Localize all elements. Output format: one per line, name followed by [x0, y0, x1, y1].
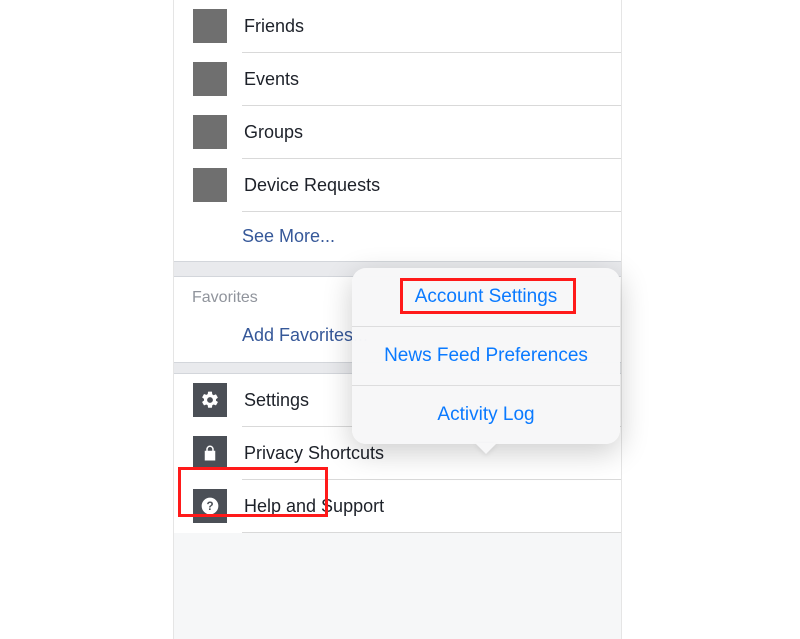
popover-item-label: Activity Log	[437, 404, 534, 425]
screenshot-frame: Friends Events Groups Device Requests Se…	[0, 0, 800, 639]
gear-icon	[192, 382, 228, 418]
popover-item-label: News Feed Preferences	[384, 345, 588, 366]
popover-activity-log[interactable]: Activity Log	[352, 386, 620, 444]
events-icon	[192, 61, 228, 97]
see-more-link[interactable]: See More...	[174, 212, 621, 261]
lock-icon	[192, 435, 228, 471]
menu-item-device-requests[interactable]: Device Requests	[174, 159, 621, 211]
popover-news-feed-preferences[interactable]: News Feed Preferences	[352, 327, 620, 385]
friends-icon	[192, 8, 228, 44]
menu-item-friends[interactable]: Friends	[174, 0, 621, 52]
groups-icon	[192, 114, 228, 150]
svg-text:?: ?	[206, 500, 213, 513]
menu-item-events[interactable]: Events	[174, 53, 621, 105]
help-icon: ?	[192, 488, 228, 524]
menu-item-label: Friends	[244, 16, 304, 37]
device-requests-icon	[192, 167, 228, 203]
menu-item-groups[interactable]: Groups	[174, 106, 621, 158]
help-support-row[interactable]: ? Help and Support	[174, 480, 621, 532]
menu-item-label: Device Requests	[244, 175, 380, 196]
help-label: Help and Support	[244, 496, 384, 517]
menu-item-label: Events	[244, 69, 299, 90]
popover-arrow	[475, 443, 497, 454]
popover-item-label: Account Settings	[415, 286, 558, 307]
settings-label: Settings	[244, 390, 309, 411]
privacy-label: Privacy Shortcuts	[244, 443, 384, 464]
menu-list: Friends Events Groups Device Requests Se…	[174, 0, 621, 261]
divider	[242, 532, 621, 533]
settings-popover: Account Settings News Feed Preferences A…	[352, 268, 620, 444]
popover-account-settings[interactable]: Account Settings	[352, 268, 620, 326]
menu-item-label: Groups	[244, 122, 303, 143]
